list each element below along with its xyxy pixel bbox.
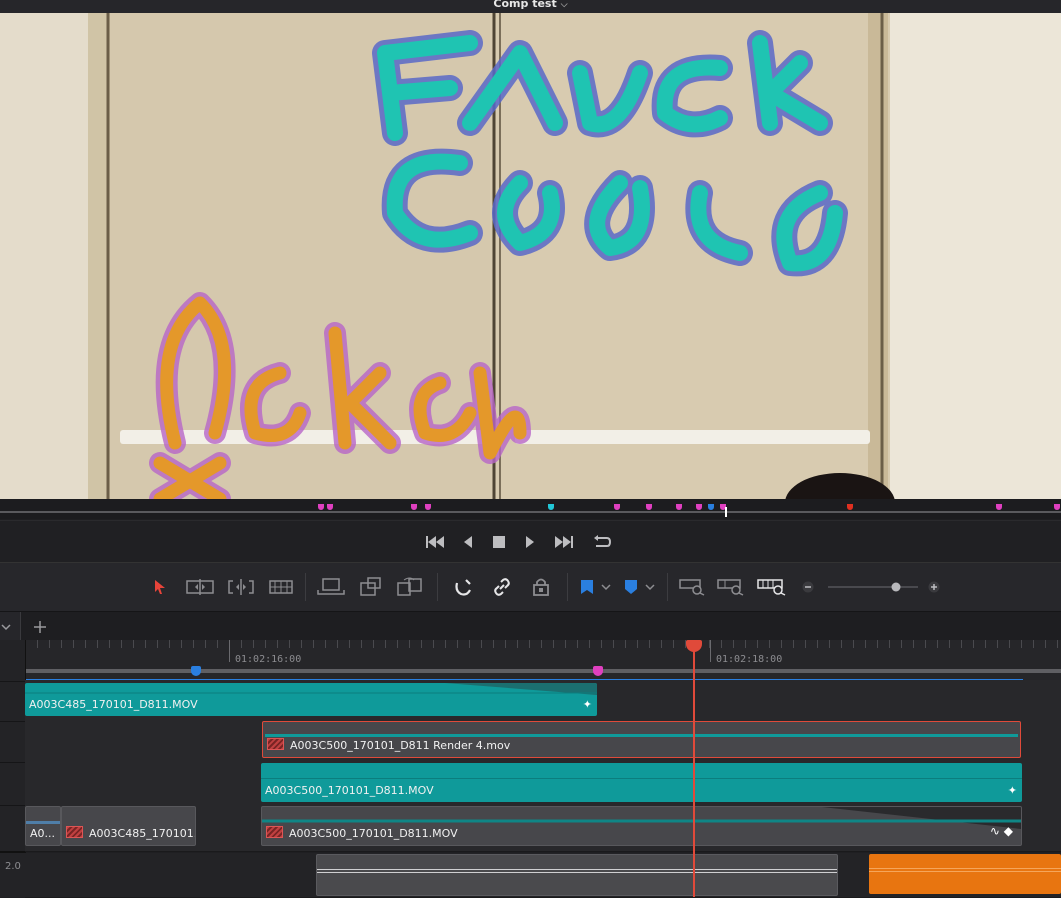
- track-a1: [25, 853, 1061, 898]
- timeline-range-bar: [25, 669, 1061, 673]
- play-icon[interactable]: [519, 533, 541, 551]
- track-v3: A003C500_170101_D811 Render 4.mov: [25, 721, 1061, 763]
- timecode-label: 01:02:16:00: [235, 654, 302, 665]
- audio-track-format: 2.0: [5, 861, 21, 872]
- render-cache-icon: [266, 826, 283, 838]
- selection-pointer-icon[interactable]: [152, 576, 168, 598]
- clip-name-text: A003C500_170101_D811 Render 4.mov: [290, 739, 511, 752]
- project-title[interactable]: Comp test: [493, 0, 556, 10]
- timeline-dropdown[interactable]: [0, 612, 21, 641]
- curve-keyframe-icon: ∿ ◆: [989, 824, 1013, 838]
- zoom-custom-icon[interactable]: [756, 576, 788, 598]
- transport-controls: [0, 520, 1061, 563]
- clip-name: A003C485_170101_D811.MOV: [29, 698, 198, 711]
- sparkle-icon: ✦: [1007, 784, 1017, 797]
- marker[interactable]: [548, 504, 554, 510]
- clip-name: A003C500_170101_D811 Render 4.mov: [267, 738, 510, 752]
- play-reverse-icon[interactable]: [457, 533, 479, 551]
- toolbar-divider: [567, 573, 568, 601]
- go-to-end-icon[interactable]: [553, 533, 575, 551]
- toolbar-divider: [667, 573, 668, 601]
- insert-clip-icon[interactable]: [316, 576, 346, 598]
- flag-icon[interactable]: [578, 576, 612, 598]
- render-cache-icon: [66, 826, 83, 838]
- marker[interactable]: [411, 504, 417, 510]
- clip-name: A003C500_170101_D811.MOV: [266, 826, 458, 840]
- stop-icon[interactable]: [488, 533, 510, 551]
- edit-toolbar: [0, 562, 1061, 611]
- video-viewer[interactable]: [0, 13, 1061, 499]
- clip-name: A003C485_170101...: [66, 826, 196, 840]
- marker[interactable]: [996, 504, 1002, 510]
- title-bar: Comp test ⌵: [0, 0, 1061, 13]
- marker[interactable]: [1054, 504, 1060, 510]
- ruler-ticks: [25, 640, 1061, 662]
- clip-name-text: A003C500_170101_D811.MOV: [289, 827, 458, 840]
- viewer-scrubber-bar[interactable]: [0, 499, 1061, 519]
- marker[interactable]: [327, 504, 333, 510]
- track-v4: A003C485_170101_D811.MOV ✦: [25, 680, 1061, 722]
- clip-name: A0...: [30, 827, 56, 840]
- toolbar-divider: [437, 573, 438, 601]
- marker[interactable]: [318, 504, 324, 510]
- add-timeline-tab-button[interactable]: [33, 619, 49, 635]
- blade-edit-icon[interactable]: [268, 576, 294, 598]
- timeline-marker[interactable]: [593, 666, 603, 676]
- replace-clip-icon[interactable]: [395, 576, 425, 598]
- zoom-detail-icon[interactable]: [716, 576, 746, 598]
- timeline-clip-selected[interactable]: A003C500_170101_D811 Render 4.mov: [262, 721, 1021, 758]
- marker[interactable]: [847, 504, 853, 510]
- timeline-marker[interactable]: [191, 666, 201, 676]
- position-lock-icon[interactable]: [531, 576, 551, 598]
- snapping-icon[interactable]: [452, 576, 474, 598]
- timeline-clip[interactable]: A003C485_170101...: [61, 806, 196, 846]
- marker[interactable]: [614, 504, 620, 510]
- track-v2: A003C500_170101_D811.MOV ✦: [25, 762, 1061, 806]
- trim-edit-icon[interactable]: [185, 576, 215, 598]
- marker[interactable]: [676, 504, 682, 510]
- audio-clip[interactable]: [869, 854, 1061, 894]
- timeline-tab-row: [0, 611, 1061, 641]
- viewer-frame-image: [0, 13, 1061, 499]
- render-cache-icon: [267, 738, 284, 750]
- clip-name: A003C500_170101_D811.MOV: [265, 784, 434, 797]
- timeline-playhead[interactable]: [686, 640, 702, 897]
- track-v1: A0... A003C485_170101... A003C500_170101…: [25, 805, 1061, 852]
- timecode-label: 01:02:18:00: [716, 654, 783, 665]
- scrubber-track: [0, 511, 1061, 513]
- toolbar-divider: [305, 573, 306, 601]
- clip-name-text: A003C485_170101...: [89, 827, 196, 840]
- overwrite-clip-icon[interactable]: [358, 576, 384, 598]
- audio-clip[interactable]: [316, 854, 838, 896]
- track-header-column[interactable]: 2.0: [0, 640, 26, 897]
- ruler-major-tick: [229, 640, 230, 662]
- zoom-full-icon[interactable]: [678, 576, 706, 598]
- marker-icon[interactable]: [622, 576, 656, 598]
- chevron-down-icon: [1, 624, 11, 631]
- marker[interactable]: [425, 504, 431, 510]
- timeline-clip[interactable]: A003C500_170101_D811.MOV ✦: [261, 763, 1022, 802]
- timeline-clip[interactable]: A0...: [25, 806, 61, 846]
- viewer-playhead[interactable]: [725, 507, 727, 517]
- linked-selection-icon[interactable]: [491, 576, 513, 598]
- loop-icon[interactable]: [591, 533, 613, 551]
- marker[interactable]: [696, 504, 702, 510]
- plus-icon: [34, 621, 46, 633]
- timeline-ruler[interactable]: 01:02:16:00 01:02:18:00: [0, 640, 1061, 680]
- go-to-start-icon[interactable]: [424, 533, 446, 551]
- marker[interactable]: [708, 504, 714, 510]
- dynamic-trim-icon[interactable]: [227, 576, 255, 598]
- chevron-down-icon[interactable]: ⌵: [561, 0, 568, 10]
- timeline-clip[interactable]: A003C500_170101_D811.MOV ∿ ◆: [261, 806, 1022, 846]
- zoom-in-icon[interactable]: [927, 576, 941, 598]
- marker[interactable]: [646, 504, 652, 510]
- zoom-out-icon[interactable]: [801, 576, 815, 598]
- zoom-slider[interactable]: [826, 576, 920, 598]
- timeline-clip[interactable]: A003C485_170101_D811.MOV ✦: [25, 683, 597, 716]
- ruler-major-tick: [710, 640, 711, 662]
- sparkle-icon: ✦: [582, 698, 592, 711]
